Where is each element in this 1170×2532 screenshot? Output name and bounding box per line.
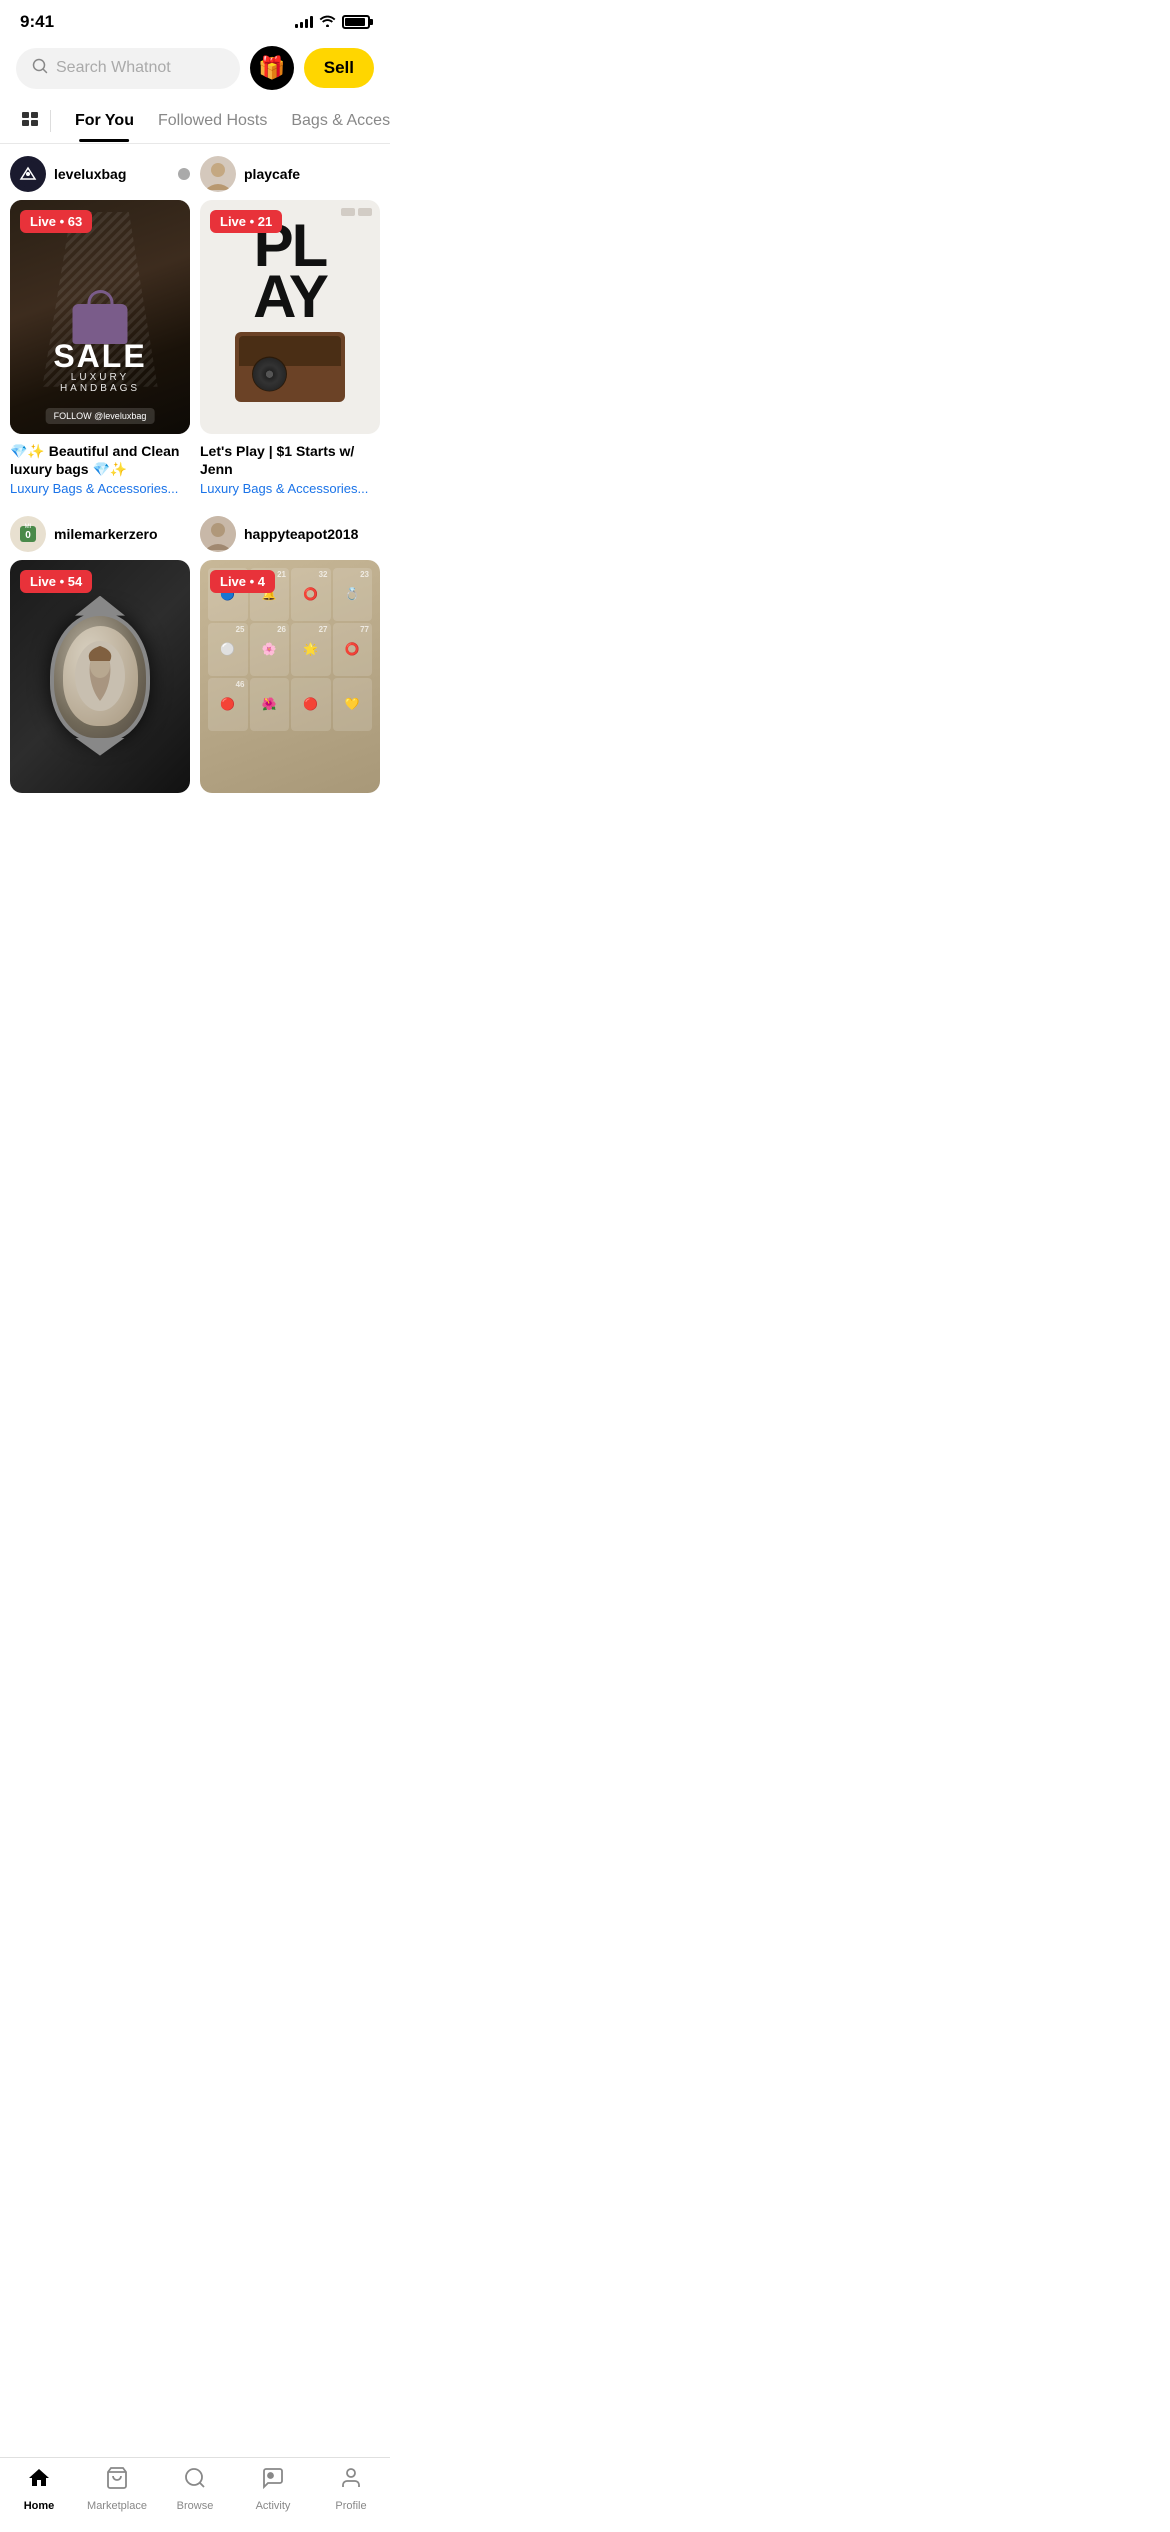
- nav-label-marketplace: Marketplace: [87, 2500, 147, 2512]
- jewel-8: ⭕: [345, 642, 360, 656]
- search-icon: [32, 58, 48, 79]
- app-header: Search Whatnot 🎁 Sell: [0, 38, 390, 98]
- stream-category-leveluxbag: Luxury Bags & Accessories...: [10, 481, 190, 496]
- jewel-4: 💍: [345, 587, 360, 601]
- stream-thumb-happyteapot[interactable]: 🔵20 🔔21 ⭕32 💍23 ⚪25 🌸26 🌟27 ⭕77 🔴46 🌺 🔴 …: [200, 560, 380, 794]
- nav-activity[interactable]: Activity: [234, 2466, 312, 2512]
- jewel-7: 🌟: [303, 642, 318, 656]
- sale-small-text: LUXURY HANDBAGS: [53, 372, 146, 394]
- sale-big-text: SALE: [53, 340, 146, 372]
- stream-header-milemarkerzero: 0 MI milemarkerzero: [10, 516, 190, 552]
- tab-for-you[interactable]: For You: [63, 100, 146, 142]
- stream-feed: leveluxbag SALE LUXURY HANDBAGS FOLLOW @…: [0, 144, 390, 820]
- marketplace-icon: [105, 2466, 129, 2497]
- stream-header-leveluxbag: leveluxbag: [10, 156, 190, 192]
- username-happyteapot: happyteapot2018: [244, 526, 380, 542]
- username-leveluxbag: leveluxbag: [54, 166, 170, 182]
- status-icons: [295, 14, 370, 30]
- jewel-10: 🌺: [262, 697, 277, 711]
- stream-title-playcafe: Let's Play | $1 Starts w/ Jenn: [200, 442, 380, 478]
- profile-icon: [339, 2466, 363, 2497]
- stream-card-leveluxbag[interactable]: leveluxbag SALE LUXURY HANDBAGS FOLLOW @…: [10, 156, 190, 500]
- record-player: [235, 332, 345, 402]
- stream-info-playcafe: Let's Play | $1 Starts w/ Jenn Luxury Ba…: [200, 434, 380, 500]
- status-time: 9:41: [20, 12, 54, 32]
- stream-card-playcafe[interactable]: playcafe PLAY Live • 21 Let's Play | $1 …: [200, 156, 380, 500]
- gift-icon: 🎁: [258, 55, 285, 81]
- stream-category-playcafe: Luxury Bags & Accessories...: [200, 481, 380, 496]
- jewel-12: 💛: [345, 697, 360, 711]
- live-badge-happyteapot: Live • 4: [210, 570, 275, 593]
- svg-text:0: 0: [25, 530, 31, 541]
- category-tabs: For You Followed Hosts Bags & Accessorie…: [0, 98, 390, 144]
- nav-label-browse: Browse: [177, 2500, 214, 2512]
- jewel-5: ⚪: [220, 642, 235, 656]
- search-placeholder: Search Whatnot: [56, 59, 171, 77]
- activity-icon: [261, 2466, 285, 2497]
- nav-marketplace[interactable]: Marketplace: [78, 2466, 156, 2512]
- stream-info-happyteapot: [200, 793, 380, 808]
- tabs-divider: [50, 110, 51, 132]
- stream-info-leveluxbag: 💎✨ Beautiful and Clean luxury bags 💎✨ Lu…: [10, 434, 190, 500]
- username-playcafe: playcafe: [244, 166, 380, 182]
- home-icon: [27, 2466, 51, 2497]
- cameo-frame: [50, 612, 150, 742]
- nav-label-home: Home: [24, 2500, 55, 2512]
- battery-icon: [342, 15, 370, 29]
- jewel-3: ⭕: [303, 587, 318, 601]
- sell-button[interactable]: Sell: [304, 48, 374, 88]
- nav-profile[interactable]: Profile: [312, 2466, 390, 2512]
- tab-bags-accessories[interactable]: Bags & Accessories: [279, 100, 390, 142]
- avatar-leveluxbag: [10, 156, 46, 192]
- nav-home[interactable]: Home: [0, 2466, 78, 2512]
- live-badge-milemarkerzero: Live • 54: [20, 570, 92, 593]
- stream-title-leveluxbag: 💎✨ Beautiful and Clean luxury bags 💎✨: [10, 442, 190, 478]
- nav-browse[interactable]: Browse: [156, 2466, 234, 2512]
- signal-icon: [295, 16, 313, 28]
- live-badge-leveluxbag: Live • 63: [20, 210, 92, 233]
- bottom-navigation: Home Marketplace Browse Activity: [0, 2457, 390, 2532]
- stream-header-playcafe: playcafe: [200, 156, 380, 192]
- grid-icon[interactable]: [12, 98, 50, 143]
- nav-label-activity: Activity: [256, 2500, 291, 2512]
- search-bar[interactable]: Search Whatnot: [16, 48, 240, 89]
- wifi-icon: [319, 14, 336, 30]
- stream-thumb-playcafe[interactable]: PLAY Live • 21: [200, 200, 380, 434]
- avatar-milemarkerzero: 0 MI: [10, 516, 46, 552]
- browse-icon: [183, 2466, 207, 2497]
- nav-label-profile: Profile: [335, 2500, 366, 2512]
- live-badge-playcafe: Live • 21: [210, 210, 282, 233]
- stream-thumb-leveluxbag[interactable]: SALE LUXURY HANDBAGS FOLLOW @leveluxbag …: [10, 200, 190, 434]
- jewel-9: 🔴: [220, 697, 235, 711]
- stream-card-milemarkerzero[interactable]: 0 MI milemarkerzero: [10, 516, 190, 809]
- status-bar: 9:41: [0, 0, 390, 38]
- jewel-11: 🔴: [303, 697, 318, 711]
- tab-followed-hosts[interactable]: Followed Hosts: [146, 100, 279, 142]
- avatar-happyteapot: [200, 516, 236, 552]
- avatar-playcafe: [200, 156, 236, 192]
- follow-tag-leveluxbag: FOLLOW @leveluxbag: [46, 408, 155, 424]
- play-big-text: PLAY: [253, 220, 327, 322]
- username-milemarkerzero: milemarkerzero: [54, 526, 190, 542]
- stream-card-happyteapot[interactable]: happyteapot2018 🔵20 🔔21 ⭕32 💍23 ⚪25 🌸26 …: [200, 516, 380, 809]
- gift-button[interactable]: 🎁: [250, 46, 294, 90]
- jewel-6: 🌸: [262, 642, 277, 656]
- stream-thumb-milemarkerzero[interactable]: Live • 54: [10, 560, 190, 794]
- stream-info-milemarkerzero: [10, 793, 190, 808]
- jewelry-display: 🔵20 🔔21 ⭕32 💍23 ⚪25 🌸26 🌟27 ⭕77 🔴46 🌺 🔴 …: [200, 560, 380, 794]
- live-indicator-leveluxbag: [178, 168, 190, 180]
- stream-header-happyteapot: happyteapot2018: [200, 516, 380, 552]
- svg-text:MI: MI: [25, 524, 32, 530]
